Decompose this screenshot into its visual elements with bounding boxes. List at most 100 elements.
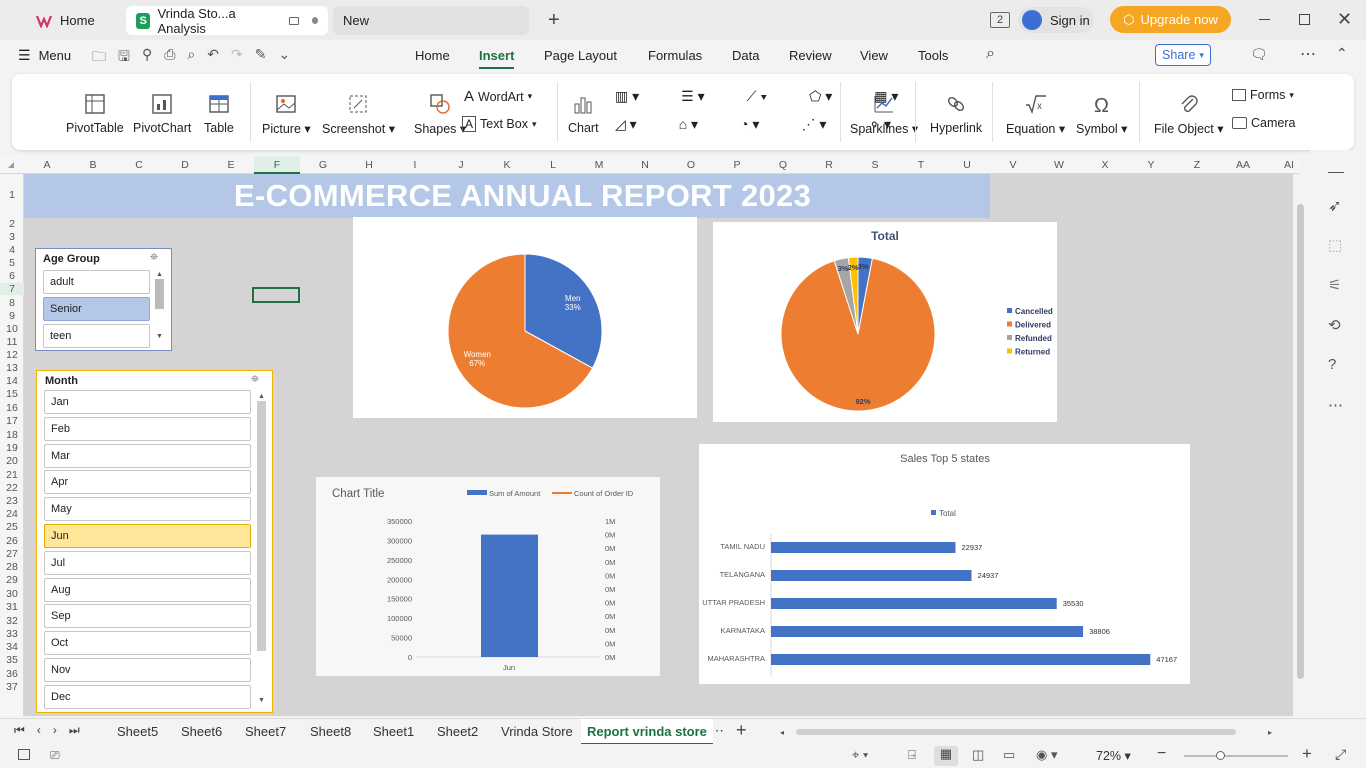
macro-icon[interactable]: ⎚ <box>50 748 60 763</box>
column-header[interactable]: N <box>622 159 668 171</box>
next-sheet-icon[interactable]: › <box>53 723 69 737</box>
more-icon[interactable]: ⋯ <box>1300 44 1316 64</box>
column-header[interactable]: T <box>898 159 944 171</box>
column-header[interactable]: P <box>714 159 760 171</box>
share-button[interactable]: Share ▾ <box>1155 44 1211 66</box>
new-tab-icon[interactable]: + <box>548 9 560 32</box>
column-header[interactable]: AI <box>1266 159 1312 171</box>
adjust-icon[interactable]: ⚟ <box>1328 276 1341 294</box>
row-header[interactable]: 34 <box>0 641 24 653</box>
slicer-item-selected[interactable]: Jun <box>44 524 251 548</box>
print-preview-icon[interactable]: ⌕ <box>187 46 195 70</box>
upgrade-button[interactable]: ⬡ Upgrade now <box>1110 6 1231 33</box>
amount-orders-chart[interactable]: Chart Title Sum of Amount Count of Order I… <box>316 477 660 676</box>
slicer-item[interactable]: Jan <box>44 390 251 414</box>
row-header[interactable]: 17 <box>0 415 24 427</box>
column-header[interactable]: G <box>300 159 346 171</box>
page-icon[interactable] <box>18 749 30 760</box>
row-header[interactable]: 32 <box>0 615 24 627</box>
pivotchart-button[interactable]: PivotChart <box>133 92 191 135</box>
minimize-icon[interactable] <box>1259 19 1270 20</box>
column-header[interactable]: AA <box>1220 159 1266 171</box>
tab-workbook[interactable]: S Vrinda Sto...a Analysis <box>126 6 328 36</box>
column-header[interactable]: M <box>576 159 622 171</box>
menu-tab-page-layout[interactable]: Page Layout <box>544 48 617 63</box>
tab-home[interactable]: Home <box>26 6 122 35</box>
column-header[interactable]: K <box>484 159 530 171</box>
row-header[interactable]: 20 <box>0 455 24 467</box>
row-header[interactable]: 10 <box>0 323 24 335</box>
row-header[interactable]: 5 <box>0 257 24 269</box>
camera-button[interactable]: Camera <box>1232 116 1295 130</box>
wordart-button[interactable]: A WordArt ▾ <box>464 88 532 105</box>
hyperlink-button[interactable]: Hyperlink <box>930 92 982 135</box>
pivottable-button[interactable]: PivotTable <box>66 92 124 135</box>
comment-icon[interactable]: 🗨 <box>1250 46 1268 63</box>
row-header[interactable]: 8 <box>0 297 24 309</box>
column-header[interactable]: R <box>806 159 852 171</box>
column-header[interactable]: H <box>346 159 392 171</box>
row-header[interactable]: 11 <box>0 336 24 348</box>
column-header[interactable]: O <box>668 159 714 171</box>
column-header[interactable]: D <box>162 159 208 171</box>
pie-chart-icon[interactable]: ⬠ ▾ <box>809 88 832 105</box>
screenshot-button[interactable]: Screenshot ▾ <box>322 92 395 136</box>
close-icon[interactable]: ✕ <box>1337 9 1352 30</box>
format-painter-icon[interactable]: ✎ <box>255 46 267 70</box>
file-object-button[interactable]: File Object ▾ <box>1154 92 1224 136</box>
column-header[interactable]: A <box>24 159 70 171</box>
undo-icon[interactable]: ↶ <box>207 46 219 70</box>
row-header[interactable]: 28 <box>0 561 24 573</box>
column-header[interactable]: I <box>392 159 438 171</box>
location-icon[interactable]: ⌖ ▾ <box>852 747 868 763</box>
link-icon[interactable]: ⚲ <box>142 46 152 70</box>
row-header[interactable]: 18 <box>0 429 24 441</box>
column-header[interactable]: C <box>116 159 162 171</box>
collapse-icon[interactable] <box>1328 172 1344 173</box>
clear-filter-icon[interactable]: ⛯ <box>150 252 158 263</box>
row-header[interactable]: 24 <box>0 508 24 520</box>
row-header[interactable]: 14 <box>0 375 24 387</box>
cursor-icon[interactable]: ➶ <box>1328 196 1341 216</box>
normal-view-icon[interactable]: ▦ <box>934 746 958 766</box>
row-header[interactable]: 19 <box>0 442 24 454</box>
slicer-item[interactable]: Dec <box>44 684 251 709</box>
picture-button[interactable]: Picture ▾ <box>262 92 311 136</box>
slicer-item[interactable]: Jul <box>44 550 251 575</box>
column-header[interactable]: U <box>944 159 990 171</box>
zoom-slider-thumb[interactable] <box>1216 751 1225 760</box>
symbol-button[interactable]: Ω Symbol ▾ <box>1076 92 1127 136</box>
column-header[interactable]: W <box>1036 159 1082 171</box>
row-header[interactable]: 4 <box>0 244 24 256</box>
column-header[interactable]: Q <box>760 159 806 171</box>
row-header[interactable]: 9 <box>0 310 24 322</box>
slicer-item[interactable]: Nov <box>44 658 251 682</box>
select-all-corner[interactable] <box>8 162 14 168</box>
area-chart-icon[interactable]: ◿ ▾ <box>615 116 637 133</box>
chart-button[interactable]: Chart <box>568 92 599 135</box>
table-button[interactable]: Table <box>204 92 234 135</box>
column-header[interactable]: B <box>70 159 116 171</box>
slicer-item[interactable]: teen <box>43 324 150 348</box>
menu-tab-formulas[interactable]: Formulas <box>648 48 702 63</box>
menu-tab-review[interactable]: Review <box>789 48 832 63</box>
redo-icon[interactable]: ↷ <box>231 46 243 70</box>
slicer-item[interactable]: Apr <box>44 470 251 495</box>
help-icon[interactable]: ? <box>1328 356 1336 373</box>
equation-button[interactable]: x Equation ▾ <box>1006 92 1065 136</box>
slicer-item[interactable]: May <box>44 497 251 522</box>
row-header[interactable]: 25 <box>0 521 24 533</box>
column-header[interactable]: Y <box>1128 159 1174 171</box>
row-header[interactable]: 1 <box>0 189 24 201</box>
slicer-item[interactable]: Aug <box>44 577 251 602</box>
scroll-right-icon[interactable]: ▸ <box>1268 728 1272 737</box>
row-header[interactable]: 22 <box>0 482 24 494</box>
window-count-badge[interactable]: 2 <box>990 12 1010 28</box>
column-header[interactable]: V <box>990 159 1036 171</box>
row-header[interactable]: 26 <box>0 535 24 547</box>
top-states-chart[interactable]: Sales Top 5 states Total TAMIL NADU 22937 TE… <box>699 444 1190 684</box>
menu-tab-view[interactable]: View <box>860 48 888 63</box>
row-header[interactable]: 2 <box>0 218 24 230</box>
row-header[interactable]: 16 <box>0 402 24 414</box>
page-layout-view-icon[interactable]: ▭ <box>1003 747 1015 763</box>
